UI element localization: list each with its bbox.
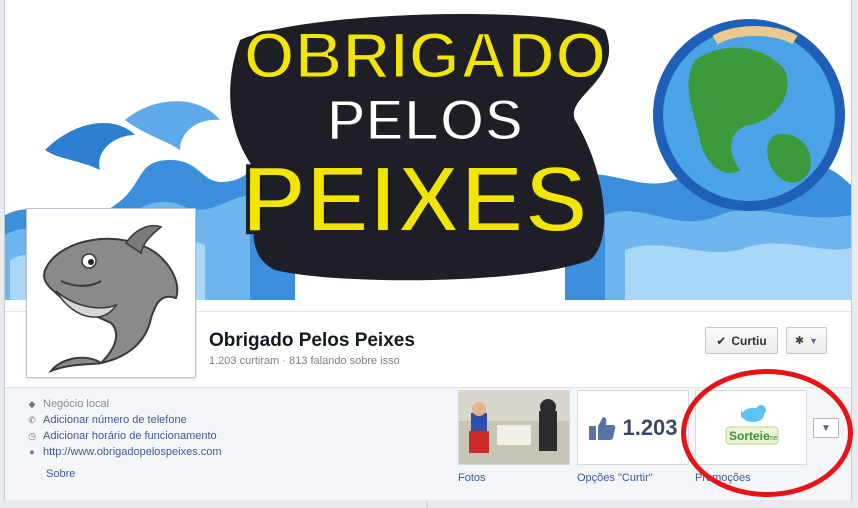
sorteie-logo-text: Sorteie — [729, 429, 770, 443]
thumbs-up-icon — [589, 416, 616, 440]
page-info-band: ◆ Negócio local ✆ Adicionar número de te… — [5, 387, 851, 500]
gear-icon: ✱ — [794, 335, 805, 347]
dolphin-image — [31, 213, 191, 373]
clock-icon: ◷ — [28, 431, 36, 441]
page-info-list: ◆ Negócio local ✆ Adicionar número de te… — [27, 396, 222, 460]
liked-button[interactable]: ✔ Curtiu — [705, 327, 778, 354]
add-hours-link[interactable]: Adicionar horário de funcionamento — [43, 428, 217, 444]
likes-app-label[interactable]: Opções "Curtir" — [577, 472, 653, 484]
cover-title-line3: PEIXES — [242, 146, 589, 253]
add-phone-link[interactable]: Adicionar número de telefone — [43, 412, 187, 428]
sorteie-logo-suffix: .me — [766, 435, 778, 442]
tag-icon: ◆ — [28, 399, 36, 409]
page-category: Negócio local — [43, 398, 110, 410]
website-link[interactable]: http://www.obrigadopelospeixes.com — [43, 444, 222, 460]
globe-icon: ● — [29, 447, 35, 457]
category-row: ◆ Negócio local — [27, 396, 222, 412]
likes-count: 1.203 — [622, 414, 678, 440]
column-divider — [426, 500, 428, 508]
profile-picture[interactable] — [26, 208, 196, 378]
page-title[interactable]: Obrigado Pelos Peixes — [209, 330, 415, 352]
facebook-page: OBRIGADO PELOS PEIXES Obrigado Pelos Pei… — [0, 0, 858, 508]
page-timeline-header: OBRIGADO PELOS PEIXES Obrigado Pelos Pei… — [4, 0, 852, 500]
add-phone-row[interactable]: ✆ Adicionar número de telefone — [27, 412, 222, 428]
add-hours-row[interactable]: ◷ Adicionar horário de funcionamento — [27, 428, 222, 444]
settings-menu-button[interactable]: ✱ ▼ — [786, 327, 827, 354]
chevron-down-icon: ▼ — [821, 422, 831, 434]
promotions-app-label[interactable]: Promoções — [695, 472, 751, 484]
phone-icon: ✆ — [28, 415, 36, 425]
checkmark-icon: ✔ — [716, 333, 727, 348]
page-stats: 1.203 curtiram · 813 falando sobre isso — [209, 355, 400, 367]
more-apps-button[interactable]: ▼ — [813, 418, 839, 438]
photos-app-tile[interactable] — [458, 390, 570, 465]
sorteie-logo: Sorteie .me — [696, 391, 806, 464]
liked-button-label: Curtiu — [731, 333, 767, 348]
promotions-app-tile[interactable]: Sorteie .me — [695, 390, 807, 465]
photos-app-label[interactable]: Fotos — [458, 472, 486, 484]
cover-title-line1: OBRIGADO — [244, 18, 607, 92]
website-row[interactable]: ● http://www.obrigadopelospeixes.com — [27, 444, 222, 460]
about-link[interactable]: Sobre — [46, 468, 75, 480]
chevron-down-icon: ▼ — [809, 335, 819, 346]
photos-thumbnail — [459, 391, 569, 464]
cover-title-line2: PELOS — [327, 88, 524, 153]
likes-app-tile[interactable]: 1.203 — [577, 390, 689, 465]
